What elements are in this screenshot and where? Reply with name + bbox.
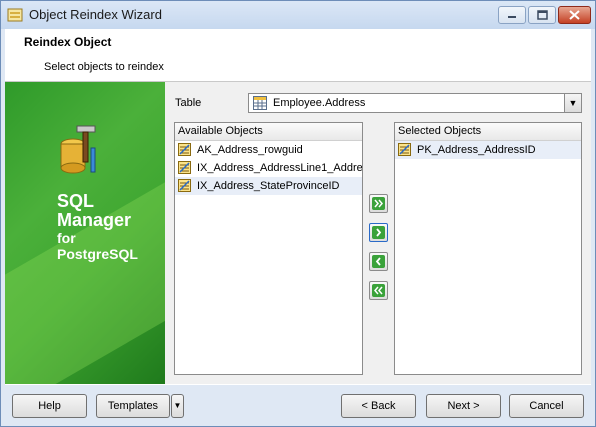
page-title: Reindex Object bbox=[24, 35, 112, 49]
list-item-label: IX_Address_StateProvinceID bbox=[197, 180, 340, 192]
window-title: Object Reindex Wizard bbox=[29, 7, 162, 22]
list-item-label: PK_Address_AddressID bbox=[417, 144, 536, 156]
double-chevron-left-icon bbox=[372, 284, 385, 297]
chevron-down-icon: ▼ bbox=[173, 401, 182, 410]
table-select[interactable]: Employee.Address ▼ bbox=[248, 93, 582, 113]
list-item[interactable]: IX_Address_AddressLine1_Addre bbox=[175, 159, 362, 177]
wizard-header: Reindex Object Select objects to reindex bbox=[5, 29, 591, 82]
selection-panel: Table Employee.Address ▼ Available Objec… bbox=[165, 82, 591, 384]
list-item-label: AK_Address_rowguid bbox=[197, 144, 303, 156]
move-right-button[interactable] bbox=[369, 223, 388, 242]
page-subtitle: Select objects to reindex bbox=[44, 61, 164, 73]
table-label: Table bbox=[175, 97, 202, 109]
table-select-value: Employee.Address bbox=[273, 97, 366, 109]
product-banner: SQL Manager for PostgreSQL bbox=[5, 82, 165, 384]
chevron-right-icon bbox=[372, 226, 385, 239]
selected-objects-list[interactable]: Selected Objects PK_Address_AddressID bbox=[394, 122, 582, 375]
list-item[interactable]: AK_Address_rowguid bbox=[175, 141, 362, 159]
banner-text: SQL Manager for PostgreSQL bbox=[57, 191, 138, 263]
templates-dropdown-button[interactable]: ▼ bbox=[171, 394, 184, 418]
minimize-button[interactable] bbox=[498, 6, 526, 24]
available-objects-list[interactable]: Available Objects AK_Address_rowguid IX_… bbox=[174, 122, 363, 375]
maximize-button[interactable] bbox=[528, 6, 556, 24]
close-icon bbox=[569, 10, 580, 20]
index-icon bbox=[178, 179, 191, 192]
available-objects-header: Available Objects bbox=[175, 123, 362, 141]
chevron-left-icon bbox=[372, 255, 385, 268]
list-item[interactable]: IX_Address_StateProvinceID bbox=[175, 177, 362, 195]
title-bar[interactable]: Object Reindex Wizard bbox=[1, 1, 595, 29]
cancel-button[interactable]: Cancel bbox=[509, 394, 584, 418]
banner-line-sql: SQL bbox=[57, 191, 95, 211]
banner-line-manager: Manager bbox=[57, 210, 132, 230]
help-button[interactable]: Help bbox=[12, 394, 87, 418]
move-all-right-button[interactable] bbox=[369, 194, 388, 213]
minimize-icon bbox=[508, 16, 516, 18]
wizard-footer: Help Templates ▼ < Back Next > Cancel bbox=[1, 386, 595, 426]
banner-line-for: for bbox=[57, 230, 76, 246]
selected-objects-header: Selected Objects bbox=[395, 123, 581, 141]
wizard-content: SQL Manager for PostgreSQL Table Employe… bbox=[5, 82, 591, 385]
move-left-button[interactable] bbox=[369, 252, 388, 271]
index-icon bbox=[398, 143, 411, 156]
next-button[interactable]: Next > bbox=[426, 394, 501, 418]
index-icon bbox=[178, 143, 191, 156]
wizard-window: Object Reindex Wizard Reindex Object Sel… bbox=[0, 0, 596, 427]
toolbox-database-icon bbox=[60, 125, 96, 174]
table-icon bbox=[253, 96, 267, 110]
maximize-icon bbox=[537, 10, 548, 20]
close-button[interactable] bbox=[558, 6, 591, 24]
dropdown-arrow-icon[interactable]: ▼ bbox=[564, 94, 581, 112]
back-button[interactable]: < Back bbox=[341, 394, 416, 418]
templates-button[interactable]: Templates bbox=[96, 394, 170, 418]
list-item-label: IX_Address_AddressLine1_Addre bbox=[197, 162, 363, 174]
wizard-app-icon bbox=[7, 8, 23, 22]
index-icon bbox=[178, 161, 191, 174]
banner-line-postgresql: PostgreSQL bbox=[57, 246, 138, 262]
double-chevron-right-icon bbox=[372, 197, 385, 210]
move-all-left-button[interactable] bbox=[369, 281, 388, 300]
list-item[interactable]: PK_Address_AddressID bbox=[395, 141, 581, 159]
